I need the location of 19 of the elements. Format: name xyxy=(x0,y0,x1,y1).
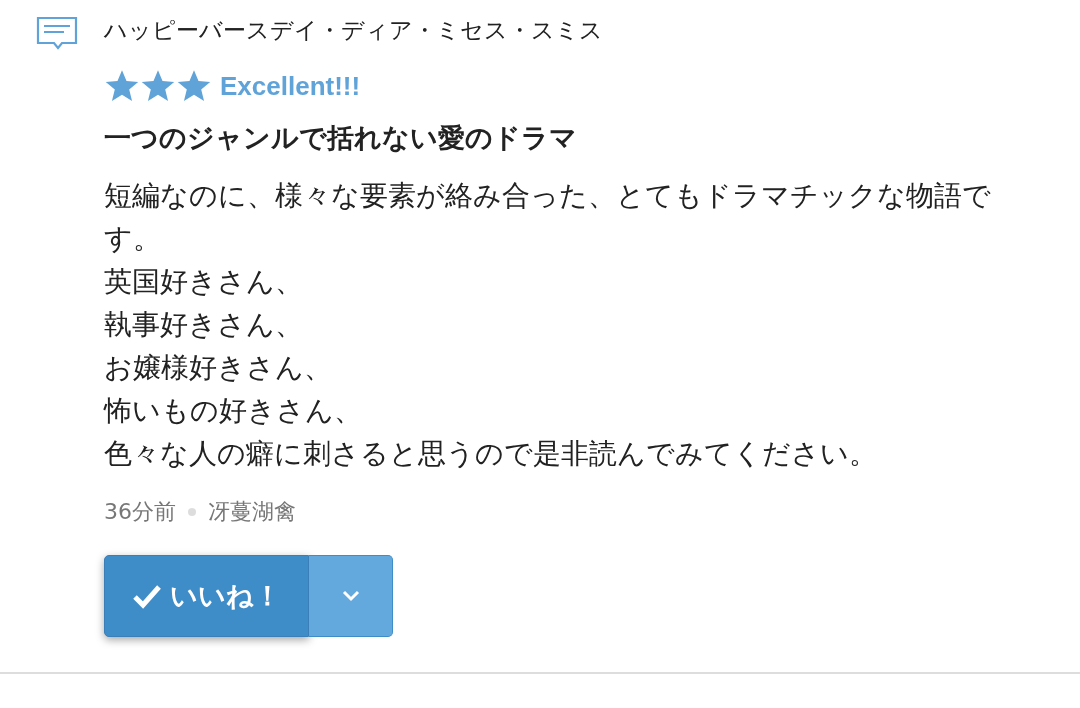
checkmark-icon xyxy=(132,583,162,609)
star-icon xyxy=(176,68,212,104)
author-name[interactable]: 冴蔓湖禽 xyxy=(208,497,296,527)
review-text-line: 色々な人の癖に刺さると思うので是非読んでみてください。 xyxy=(104,436,877,472)
review-text-line: お嬢様好きさん、 xyxy=(104,350,332,386)
work-title[interactable]: ハッピーバースデイ・ディア・ミセス・スミス xyxy=(104,16,603,44)
separator-dot xyxy=(188,508,196,516)
star-icon xyxy=(104,68,140,104)
dropdown-button[interactable] xyxy=(309,555,393,637)
review-text-line: 執事好きさん、 xyxy=(104,307,303,343)
rating-label: Excellent!!! xyxy=(220,70,361,102)
caret-icon xyxy=(341,590,360,602)
review-text-line: 英国好きさん、 xyxy=(104,264,303,300)
like-button[interactable]: いいね！ xyxy=(104,555,309,637)
review-text-line: 怖いもの好きさん、 xyxy=(104,393,362,429)
review-heading: 一つのジャンルで括れない愛のドラマ xyxy=(104,121,577,155)
timestamp: 36分前 xyxy=(104,498,176,526)
star-icon xyxy=(140,68,176,104)
review-text-line: 短編なのに、様々な要素が絡み合った、とてもドラマチックな物語です。 xyxy=(104,178,992,257)
